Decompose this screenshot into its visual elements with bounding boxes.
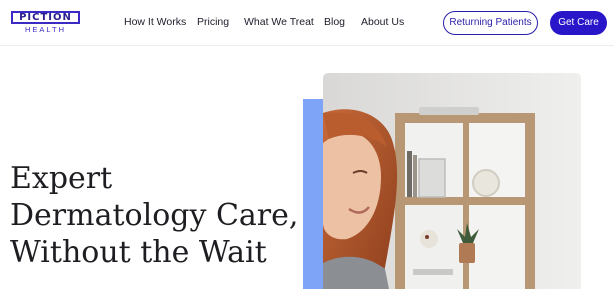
- piction-health-logo[interactable]: PICTION HEALTH: [11, 11, 81, 35]
- nav-link-pricing[interactable]: Pricing: [197, 16, 229, 28]
- nav-link-blog[interactable]: Blog: [324, 16, 345, 28]
- nav-link-how-it-works[interactable]: How It Works: [124, 16, 186, 28]
- logo-wordmark-bottom: HEALTH: [24, 25, 67, 34]
- hero-accent-bar: [303, 99, 324, 289]
- hero-photo: [323, 73, 581, 289]
- hero-photo-illustration: [323, 73, 581, 289]
- top-navigation: PICTION HEALTH How It Works Pricing What…: [0, 0, 614, 46]
- nav-link-about-us[interactable]: About Us: [361, 16, 404, 28]
- get-care-button[interactable]: Get Care: [550, 11, 607, 35]
- nav-link-what-we-treat[interactable]: What We Treat: [244, 16, 314, 28]
- returning-patients-button[interactable]: Returning Patients: [443, 11, 538, 35]
- logo-wordmark-top: PICTION: [11, 11, 80, 24]
- hero-headline: Expert Dermatology Care, Without the Wai…: [10, 161, 299, 270]
